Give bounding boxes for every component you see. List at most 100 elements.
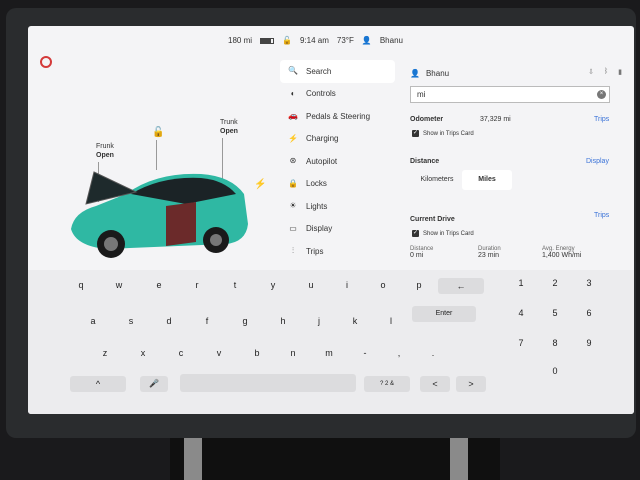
key-m[interactable]: m: [322, 348, 336, 358]
driver-profile-name[interactable]: Bhanu: [380, 36, 403, 45]
backspace-key[interactable]: ←: [438, 278, 484, 294]
stat-distance: Distance 0 mi: [410, 246, 433, 259]
key-h[interactable]: h: [276, 316, 290, 326]
key-comma[interactable]: ,: [392, 348, 406, 358]
nav-item-label: Controls: [306, 89, 336, 99]
key-q[interactable]: q: [74, 280, 88, 290]
signal-icon: ▮: [618, 69, 622, 76]
nav-item-pedals-steering[interactable]: 🚗 Pedals & Steering: [280, 105, 395, 128]
frunk-label: Frunk: [96, 143, 114, 150]
key-k[interactable]: k: [348, 316, 362, 326]
symbols-key[interactable]: ? 2 &: [364, 376, 410, 392]
steering-wheel-icon: ⊛: [289, 156, 297, 166]
key-a[interactable]: a: [86, 316, 100, 326]
numpad-key-2[interactable]: 2: [548, 278, 562, 288]
display-stand: [170, 438, 500, 480]
key-g[interactable]: g: [238, 316, 252, 326]
space-bar[interactable]: [180, 374, 356, 392]
key-f[interactable]: f: [200, 316, 214, 326]
key-z[interactable]: z: [98, 348, 112, 358]
key-s[interactable]: s: [124, 316, 138, 326]
nav-item-controls[interactable]: ◐ Controls: [280, 83, 395, 106]
car-icon: 🚗: [288, 111, 298, 121]
key-c[interactable]: c: [174, 348, 188, 358]
lock-status-icon[interactable]: 🔓: [282, 36, 292, 45]
stand-post-right: [450, 438, 468, 480]
key-i[interactable]: i: [340, 280, 354, 290]
unit-option-kilometers[interactable]: Kilometers: [412, 170, 462, 190]
shift-key[interactable]: ^: [70, 376, 126, 392]
trunk-callout[interactable]: Trunk Open: [220, 118, 238, 136]
key-j[interactable]: j: [312, 316, 326, 326]
current-drive-show-in-trips[interactable]: ✓ Show in Trips Card: [412, 230, 474, 237]
driver-profile-icon[interactable]: 👤: [362, 36, 372, 45]
stand-post-left: [184, 438, 202, 480]
nav-item-label: Trips: [306, 246, 324, 256]
nav-item-trips[interactable]: ⫶ Trips: [280, 240, 395, 263]
key-r[interactable]: r: [190, 280, 204, 290]
nav-item-search[interactable]: 🔍 Search: [280, 60, 395, 83]
microphone-key[interactable]: 🎤: [140, 376, 168, 392]
numpad-key-8[interactable]: 8: [548, 338, 562, 348]
nav-item-label: Autopilot: [306, 156, 338, 166]
nav-item-label: Charging: [306, 134, 339, 144]
numpad-key-1[interactable]: 1: [514, 278, 528, 288]
key-x[interactable]: x: [136, 348, 150, 358]
trunk-state: Open: [220, 128, 238, 135]
checkbox-label: Show in Trips Card: [423, 130, 474, 137]
numpad-key-3[interactable]: 3: [582, 278, 596, 288]
numpad-key-7[interactable]: 7: [514, 338, 528, 348]
odometer-show-in-trips[interactable]: ✓ Show in Trips Card: [412, 130, 474, 137]
cursor-left-key[interactable]: <: [420, 376, 450, 392]
nav-item-locks[interactable]: 🔒 Locks: [280, 173, 395, 196]
key-v[interactable]: v: [212, 348, 226, 358]
current-drive-trips-link[interactable]: Trips: [594, 212, 609, 219]
numpad-key-5[interactable]: 5: [548, 308, 562, 318]
key-d[interactable]: d: [162, 316, 176, 326]
distance-display-link[interactable]: Display: [586, 158, 609, 165]
key-b[interactable]: b: [250, 348, 264, 358]
download-icon: ⇩: [588, 69, 594, 76]
key-hyphen[interactable]: -: [358, 348, 372, 358]
clear-search-icon[interactable]: ×: [597, 90, 606, 99]
nav-item-label: Search: [306, 66, 332, 76]
touchscreen: 180 mi 🔓 9:14 am 73°F 👤 Bhanu Frunk Open…: [28, 26, 634, 414]
key-u[interactable]: u: [304, 280, 318, 290]
key-y[interactable]: y: [266, 280, 280, 290]
cursor-right-key[interactable]: >: [456, 376, 486, 392]
key-t[interactable]: t: [228, 280, 242, 290]
display-icon: ▭: [289, 223, 297, 233]
frunk-callout[interactable]: Frunk Open: [96, 142, 114, 160]
numpad-key-0[interactable]: 0: [548, 366, 562, 376]
key-o[interactable]: o: [376, 280, 390, 290]
key-w[interactable]: w: [112, 280, 126, 290]
key-n[interactable]: n: [286, 348, 300, 358]
key-e[interactable]: e: [152, 280, 166, 290]
nav-item-label: Locks: [306, 179, 327, 189]
user-name: Bhanu: [425, 68, 450, 78]
battery-icon: [260, 37, 275, 44]
stat-value: 1,400 Wh/mi: [542, 252, 582, 259]
nav-item-lights[interactable]: ☀ Lights: [280, 195, 395, 218]
numpad-key-6[interactable]: 6: [582, 308, 596, 318]
nav-item-display[interactable]: ▭ Display: [280, 218, 395, 241]
distance-label: Distance: [410, 158, 440, 165]
distance-unit-selector: Kilometers Miles: [412, 170, 512, 190]
connectivity-icons: ⇩ ᛒ ▮: [588, 68, 622, 76]
nav-item-autopilot[interactable]: ⊛ Autopilot: [280, 150, 395, 173]
key-p[interactable]: p: [412, 280, 426, 290]
nav-item-charging[interactable]: ⚡ Charging: [280, 128, 395, 151]
odometer-trips-link[interactable]: Trips: [594, 116, 609, 123]
lock-icon[interactable]: 🔓: [152, 128, 164, 138]
key-period[interactable]: .: [426, 348, 440, 358]
user-header[interactable]: 👤 Bhanu: [410, 66, 449, 80]
stat-duration: Duration 23 min: [478, 246, 501, 259]
key-l[interactable]: l: [384, 316, 398, 326]
settings-search-input[interactable]: mi ×: [410, 86, 610, 103]
car-visualization: Frunk Open 🔓 Trunk Open ⚡: [28, 66, 278, 266]
unit-option-miles[interactable]: Miles: [462, 170, 512, 190]
numpad-key-9[interactable]: 9: [582, 338, 596, 348]
checkbox-label: Show in Trips Card: [423, 230, 474, 237]
numpad-key-4[interactable]: 4: [514, 308, 528, 318]
enter-key[interactable]: Enter: [412, 306, 476, 322]
